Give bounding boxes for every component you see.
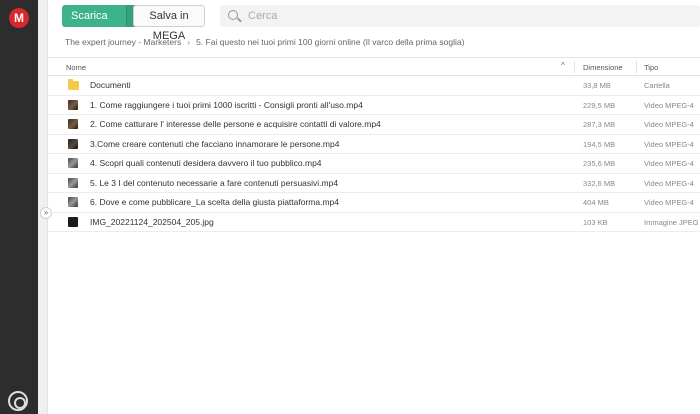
image-thumbnail-icon — [68, 216, 78, 227]
file-size: 235,6 MB — [583, 159, 616, 168]
file-type: Video MPEG-4 — [644, 100, 694, 110]
file-type: Video MPEG-4 — [644, 159, 694, 168]
file-size: 229,5 MB — [583, 100, 616, 110]
video-thumbnail-icon — [68, 99, 78, 110]
file-name: 2. Come catturare l' interesse delle per… — [90, 119, 381, 129]
video-thumbnail-icon — [68, 177, 78, 188]
file-name: 3.Come creare contenuti che facciano inn… — [90, 138, 340, 149]
file-type: Immagine JPEG — [644, 217, 699, 227]
table-row[interactable]: 3.Come creare contenuti che facciano inn… — [48, 135, 700, 154]
file-name: Documenti — [90, 80, 131, 90]
table-row[interactable]: 1. Come raggiungere i tuoi primi 1000 is… — [48, 96, 700, 115]
file-name: 4. Scopri quali contenuti desidera davve… — [90, 158, 322, 168]
file-type: Video MPEG-4 — [644, 198, 694, 207]
file-size: 103 KB — [583, 217, 608, 227]
table-row[interactable]: 2. Come catturare l' interesse delle per… — [48, 115, 700, 135]
table-row[interactable]: Documenti 33,8 MB Cartella — [48, 76, 700, 96]
save-to-mega-button[interactable]: Salva in MEGA — [133, 5, 205, 42]
file-name: IMG_20221124_202504_205.jpg — [90, 216, 214, 227]
video-thumbnail-icon — [68, 158, 78, 168]
breadcrumb-item-root[interactable]: The expert journey - Marketers — [65, 37, 181, 47]
breadcrumb-item-current[interactable]: 5. Fai questo nei tuoi primi 100 giorni … — [196, 37, 464, 47]
file-name: 5. Le 3 I del contenuto necessarie a far… — [90, 177, 339, 188]
toolbar: Scarica ⌄ Salva in MEGA — [48, 0, 700, 42]
table-row[interactable]: 4. Scopri quali contenuti desidera davve… — [48, 154, 700, 174]
breadcrumb-separator: › — [187, 37, 191, 47]
search-input[interactable] — [248, 8, 648, 24]
column-divider — [574, 61, 575, 73]
file-name: 6. Dove e come pubblicare_La scelta dell… — [90, 197, 340, 207]
folder-icon — [68, 79, 79, 90]
column-header-size[interactable]: Dimensione — [583, 63, 623, 72]
search-icon — [228, 10, 238, 20]
left-rail: M — [0, 0, 38, 414]
breadcrumb: The expert journey - Marketers › 5. Fai qu… — [65, 37, 464, 47]
file-size: 404 MB — [583, 198, 609, 207]
file-type: Video MPEG-4 — [644, 139, 694, 149]
table-header: Nome ^ Dimensione Tipo — [48, 57, 700, 76]
column-divider — [636, 61, 637, 73]
mega-logo[interactable]: M — [9, 8, 29, 28]
search-box[interactable] — [220, 5, 700, 27]
video-thumbnail-icon — [68, 197, 78, 207]
file-size: 33,8 MB — [583, 81, 611, 90]
table-row[interactable]: IMG_20221124_202504_205.jpg 103 KB Immag… — [48, 213, 700, 232]
file-size: 287,3 MB — [583, 120, 616, 129]
file-size: 332,6 MB — [583, 178, 616, 188]
download-button[interactable]: Scarica — [62, 5, 126, 27]
video-thumbnail-icon — [68, 119, 78, 129]
file-type: Video MPEG-4 — [644, 178, 694, 188]
file-table: Nome ^ Dimensione Tipo Documenti 33,8 MB… — [48, 57, 700, 232]
column-header-name[interactable]: Nome — [66, 63, 86, 72]
table-row[interactable]: 5. Le 3 I del contenuto necessarie a far… — [48, 174, 700, 193]
file-size: 194,5 MB — [583, 139, 616, 149]
video-thumbnail-icon — [68, 138, 78, 149]
file-name: 1. Come raggiungere i tuoi primi 1000 is… — [90, 99, 363, 110]
file-type: Video MPEG-4 — [644, 120, 694, 129]
column-header-type[interactable]: Tipo — [644, 63, 658, 72]
table-row[interactable]: 6. Dove e come pubblicare_La scelta dell… — [48, 193, 700, 213]
sort-ascending-icon[interactable]: ^ — [561, 61, 565, 70]
file-type: Cartella — [644, 81, 670, 90]
transfer-manager-icon[interactable] — [8, 391, 28, 411]
